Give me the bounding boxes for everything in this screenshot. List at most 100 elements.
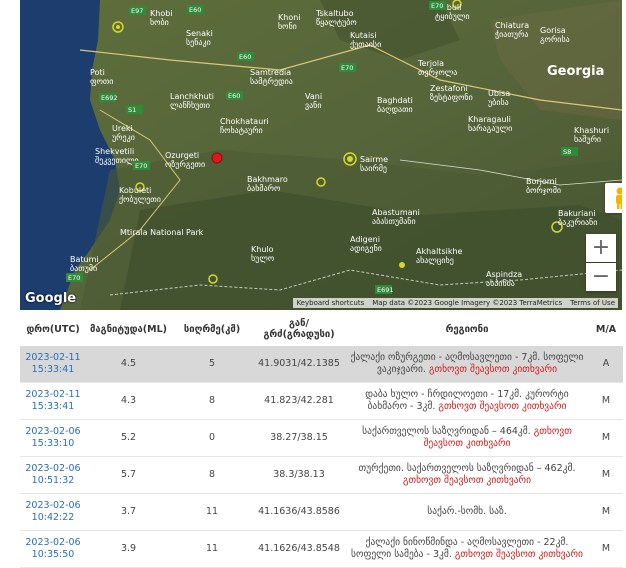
pegman-icon — [616, 187, 622, 209]
column-header-region[interactable]: რეგიონი — [345, 312, 589, 346]
map-label-geo-bakhmaro: ბახმარო — [247, 183, 280, 193]
zoom-out-button[interactable]: − — [586, 263, 616, 291]
map-label-samtredia: Samtredia — [250, 68, 291, 77]
map-label-geo-borjomi: ბორჯომი — [526, 185, 561, 195]
map-label-geo-khoni: ხონი — [278, 21, 297, 31]
terms-of-use-link[interactable]: Terms of Use — [570, 299, 615, 307]
cell-datetime[interactable]: 2023-02-06 10:51:32 — [20, 456, 86, 494]
column-header-coordinates[interactable]: გან/ გრძ(გრადუსი) — [253, 312, 345, 346]
map-label-ubisa: Ubisa — [488, 89, 510, 98]
map-label-geo-kutaisi: ქუთაისი — [350, 39, 381, 49]
datetime-link[interactable]: 2023-02-06 10:42:22 — [25, 500, 80, 523]
map-view[interactable]: Khobi ხობი Senaki სენაკი Khoni ხონი Tskaltubo წ… — [20, 0, 622, 310]
cell-depth: 11 — [171, 530, 253, 568]
map-label-ozurgeti: Ozurgeti — [165, 151, 199, 160]
table-row[interactable]: 2023-02-11 15:33:41 4.3 8 41.823/42.281 დაბა … — [20, 382, 623, 420]
map-label-kharagauli: Kharagauli — [468, 115, 511, 124]
questionnaire-link[interactable]: გთხოვთ შეავსოთ კითხვარი — [429, 364, 557, 375]
map-label-geo-tskaltubo: წყალტუბო — [316, 17, 357, 27]
map-label-chiatura: Chiatura — [495, 21, 529, 30]
datetime-link[interactable]: 2023-02-11 15:33:41 — [25, 352, 80, 375]
cell-datetime[interactable]: 2023-02-11 15:33:41 — [20, 346, 86, 383]
epicenter-marker[interactable] — [211, 152, 223, 164]
road-shield-label: E60 — [189, 6, 201, 14]
cell-ma: M — [589, 419, 623, 457]
table-header-row: დრო(UTC) მაგნიტუდა(ML) სიღრმე(კმ) გან/ გ… — [20, 312, 623, 346]
map-label-abastumani: Abastumani — [372, 208, 420, 217]
map-data-credit: Map data ©2023 Google Imagery ©2023 Terr… — [372, 299, 563, 307]
map-label-geo-sairme: საირმე — [360, 163, 387, 173]
road-shield-label: S8 — [563, 148, 571, 156]
cell-ma: M — [589, 456, 623, 494]
column-header-date[interactable]: დრო(UTC) — [20, 312, 86, 346]
map-label-geo-chiatura: ჭიათურა — [495, 29, 528, 39]
questionnaire-link[interactable]: გთხოვთ შეავსოთ კითხვარი — [403, 475, 531, 486]
map-label-geo-baghdati: ბაღდათი — [377, 104, 413, 114]
cell-magnitude: 3.7 — [86, 493, 171, 531]
map-label-geo-ureki: ურეკი — [112, 132, 135, 142]
road-shield-label: E70 — [135, 162, 147, 170]
cell-datetime[interactable]: 2023-02-06 15:33:10 — [20, 419, 86, 457]
datetime-link[interactable]: 2023-02-06 15:33:10 — [25, 426, 80, 449]
datetime-link[interactable]: 2023-02-06 10:35:50 — [25, 537, 80, 560]
cell-coordinates: 41.1626/43.8548 — [253, 530, 345, 568]
map-label-ureki: Ureki — [112, 124, 133, 133]
datetime-link[interactable]: 2023-02-06 10:51:32 — [25, 463, 80, 486]
questionnaire-link[interactable]: გთხოვთ შეავსოთ კითხვარი — [438, 401, 566, 412]
table-row[interactable]: 2023-02-06 10:42:22 3.7 11 41.1636/43.8586 სა… — [20, 493, 623, 531]
map-label-geo-khobi: ხობი — [150, 17, 169, 27]
cell-region: თურქეთი. საქართველოს საზღვრიდან – 462კმ.… — [345, 456, 589, 494]
questionnaire-link[interactable]: გთხოვთ შეავსოთ კითხვარი — [455, 549, 583, 560]
map-attribution: Keyboard shortcuts Map data ©2023 Google… — [293, 298, 618, 308]
cell-region: დაბა ხულო - ჩრდილოეთი - 17კმ. კურორტი ბა… — [345, 382, 589, 420]
table-row[interactable]: 2023-02-06 15:33:10 5.2 0 38.27/38.15 საქართვ… — [20, 419, 623, 457]
road-shield-label: E691 — [377, 286, 394, 294]
road-shield-label: E60 — [228, 92, 240, 100]
map-label-mtirala-national-park: Mtirala National Park — [120, 228, 204, 237]
map-label-geo-batumi: ბათუმი — [70, 263, 97, 273]
road-shield-label: E70 — [68, 274, 80, 282]
cell-region: საქართველოს საზღვრიდან – 464კმ. გთხოვთ შ… — [345, 419, 589, 457]
map-label-khulo: Khulo — [251, 245, 274, 254]
column-header-magnitude[interactable]: მაგნიტუდა(ML) — [86, 312, 171, 346]
column-header-depth[interactable]: სიღრმე(კმ) — [171, 312, 253, 346]
cell-coordinates: 38.27/38.15 — [253, 419, 345, 457]
map-label-khoni: Khoni — [278, 13, 301, 22]
region-text: საქარ.-სომხ. საზ. — [427, 506, 507, 517]
cell-depth: 0 — [171, 419, 253, 457]
zoom-in-button[interactable]: + — [586, 234, 616, 262]
satellite-map[interactable]: Khobiხობი Senakiსენაკი Khoniხონი Tskaltuboწ… — [20, 0, 622, 310]
cell-datetime[interactable]: 2023-02-06 10:42:22 — [20, 493, 86, 531]
map-label-geo-akhaltsikhe: ახალციხე — [416, 255, 454, 265]
table-row[interactable]: 2023-02-06 10:51:32 5.7 8 38.3/38.13 თურქეთი.… — [20, 456, 623, 494]
cell-datetime[interactable]: 2023-02-11 15:33:41 — [20, 382, 86, 420]
cell-magnitude: 4.5 — [86, 346, 171, 383]
cell-ma: M — [589, 382, 623, 420]
map-label-kobuleti: Kobuleti — [119, 186, 151, 195]
map-label-geo-shekvetili: შეკვეთილი — [95, 155, 139, 165]
region-text: საქართველოს საზღვრიდან – 464კმ. — [362, 426, 531, 437]
cell-coordinates: 41.9031/42.1385 — [253, 346, 345, 383]
coords-header-line1: გან/ — [288, 318, 310, 329]
road-shield-label: S1 — [128, 106, 136, 114]
map-label-chokhatauri: Chokhatauri — [220, 117, 269, 126]
map-label-geo-kharagauli: ხარაგაული — [468, 123, 512, 133]
cell-depth: 8 — [171, 382, 253, 420]
street-view-pegman[interactable] — [605, 183, 622, 213]
cell-datetime[interactable]: 2023-02-06 10:35:50 — [20, 530, 86, 568]
column-header-ma[interactable]: M/A — [589, 312, 623, 346]
keyboard-shortcuts-link[interactable]: Keyboard shortcuts — [296, 299, 364, 307]
earthquake-table: დრო(UTC) მაგნიტუდა(ML) სიღრმე(კმ) გან/ გ… — [20, 312, 623, 568]
map-label-geo-abastumani: აბასთუმანი — [372, 216, 416, 226]
map-label-geo-ubisa: უბისა — [488, 97, 509, 107]
table-row[interactable]: 2023-02-06 10:35:50 3.9 11 41.1626/43.8548 ქა… — [20, 530, 623, 568]
map-label-geo-adigeni: ადიგენი — [350, 243, 382, 253]
cell-region: საქარ.-სომხ. საზ. — [345, 493, 589, 531]
cell-magnitude: 5.7 — [86, 456, 171, 494]
map-label-senaki: Senaki — [186, 29, 213, 38]
cell-magnitude: 5.2 — [86, 419, 171, 457]
country-label: Georgia — [547, 64, 604, 79]
cell-coordinates: 41.823/42.281 — [253, 382, 345, 420]
table-row[interactable]: 2023-02-11 15:33:41 4.5 5 41.9031/42.1385 ქალ… — [20, 346, 623, 383]
datetime-link[interactable]: 2023-02-11 15:33:41 — [25, 389, 80, 412]
